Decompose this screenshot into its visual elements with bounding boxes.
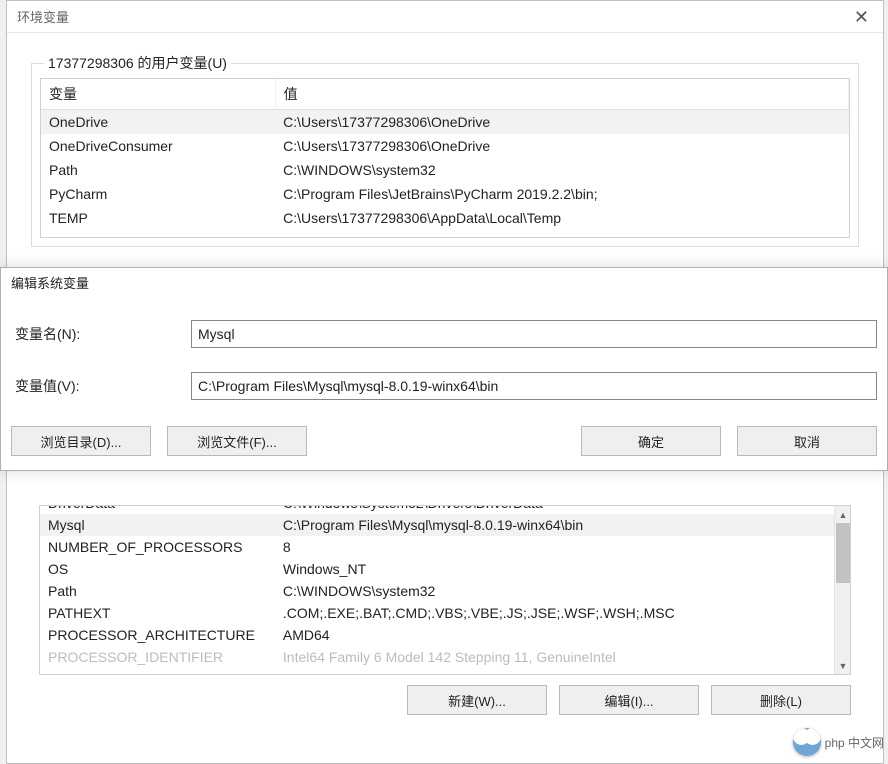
table-row[interactable]: PyCharm C:\Program Files\JetBrains\PyCha…	[41, 182, 849, 206]
edit-system-variable-dialog: 编辑系统变量 变量名(N): 变量值(V): 浏览目录(D)... 浏览文件(F…	[0, 267, 888, 471]
edit-dialog-buttons: 浏览目录(D)... 浏览文件(F)... 确定 取消	[11, 426, 877, 456]
cancel-button[interactable]: 取消	[737, 426, 877, 456]
name-label: 变量名(N):	[11, 324, 191, 344]
table-row[interactable]: OS Windows_NT	[40, 558, 850, 580]
scroll-up-icon[interactable]: ▲	[835, 506, 851, 523]
table-row[interactable]: PROCESSOR_ARCHITECTURE AMD64	[40, 624, 850, 646]
value-label: 变量值(V):	[11, 376, 191, 396]
value-row: 变量值(V):	[11, 372, 877, 400]
dialog-titlebar: 编辑系统变量	[1, 268, 887, 296]
table-row[interactable]: Mysql C:\Program Files\Mysql\mysql-8.0.1…	[40, 514, 850, 536]
user-variables-legend: 17377298306 的用户变量(U)	[44, 53, 231, 73]
table-row[interactable]: PROCESSOR_IDENTIFIER Intel64 Family 6 Mo…	[40, 646, 850, 668]
table-row[interactable]: PATHEXT .COM;.EXE;.BAT;.CMD;.VBS;.VBE;.J…	[40, 602, 850, 624]
browse-file-button[interactable]: 浏览文件(F)...	[167, 426, 307, 456]
table-row[interactable]: OneDrive C:\Users\17377298306\OneDrive	[41, 110, 849, 135]
column-header-var[interactable]: 变量	[41, 79, 275, 110]
user-variables-table[interactable]: 变量 值 OneDrive C:\Users\17377298306\OneDr…	[40, 78, 850, 238]
dialog-title: 编辑系统变量	[11, 273, 89, 292]
window-title: 环境变量	[17, 7, 69, 26]
value-input[interactable]	[191, 372, 877, 400]
table-row[interactable]: Path C:\WINDOWS\system32	[41, 158, 849, 182]
name-row: 变量名(N):	[11, 320, 877, 348]
new-button[interactable]: 新建(W)...	[407, 685, 547, 715]
close-icon[interactable]: ✕	[848, 6, 875, 28]
delete-button[interactable]: 删除(L)	[711, 685, 851, 715]
user-variables-group: 17377298306 的用户变量(U) 变量 值 OneDrive C:\Us…	[31, 63, 859, 247]
scroll-down-icon[interactable]: ▼	[835, 657, 851, 674]
titlebar: 环境变量 ✕	[7, 1, 883, 33]
edit-button[interactable]: 编辑(I)...	[559, 685, 699, 715]
table-row[interactable]: OneDriveConsumer C:\Users\17377298306\On…	[41, 134, 849, 158]
system-variables-table[interactable]: DriverData C:\Windows\System32\Drivers\D…	[39, 505, 851, 675]
scrollbar[interactable]: ▲ ▼	[834, 506, 850, 674]
table-row[interactable]: Path C:\WINDOWS\system32	[40, 580, 850, 602]
ok-button[interactable]: 确定	[581, 426, 721, 456]
column-header-val[interactable]: 值	[275, 79, 848, 110]
scroll-thumb[interactable]	[836, 523, 850, 583]
table-row[interactable]: DriverData C:\Windows\System32\Drivers\D…	[40, 505, 850, 514]
browse-directory-button[interactable]: 浏览目录(D)...	[11, 426, 151, 456]
system-buttons-row: 新建(W)... 编辑(I)... 删除(L)	[39, 685, 851, 715]
table-row[interactable]: NUMBER_OF_PROCESSORS 8	[40, 536, 850, 558]
table-row[interactable]: TEMP C:\Users\17377298306\AppData\Local\…	[41, 206, 849, 230]
name-input[interactable]	[191, 320, 877, 348]
system-variables-group: DriverData C:\Windows\System32\Drivers\D…	[31, 505, 859, 723]
